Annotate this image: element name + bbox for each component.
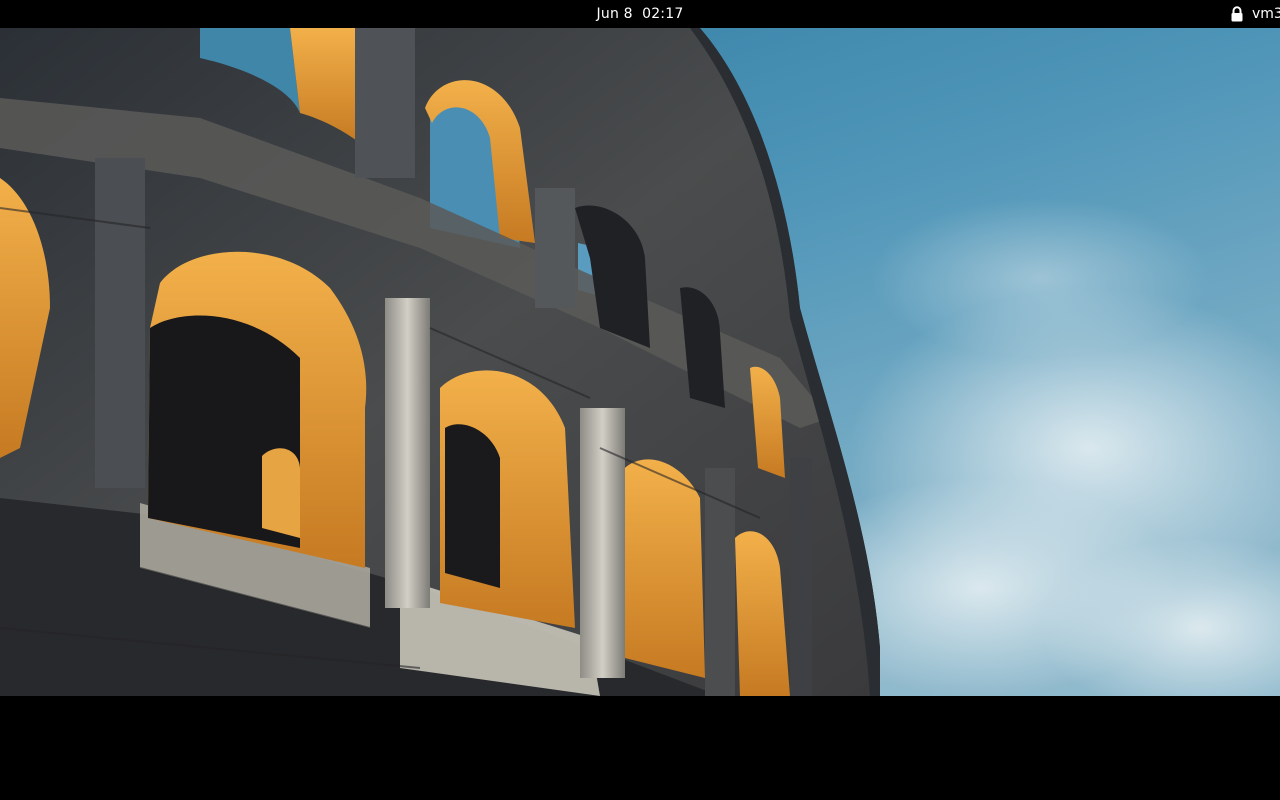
user-name: vm3 — [1252, 6, 1280, 22]
desktop-wallpaper — [0, 28, 1280, 696]
top-bar: Jun 8 02:17 vm3 — [0, 0, 1280, 28]
clock[interactable]: Jun 8 02:17 — [0, 0, 1280, 28]
system-status-area[interactable]: vm3 — [1230, 0, 1280, 28]
colosseum-image — [0, 28, 1280, 696]
lock-icon — [1231, 6, 1243, 22]
clock-date: Jun 8 — [596, 6, 633, 22]
bottom-black-area — [0, 696, 1280, 800]
clock-time: 02:17 — [642, 6, 684, 22]
